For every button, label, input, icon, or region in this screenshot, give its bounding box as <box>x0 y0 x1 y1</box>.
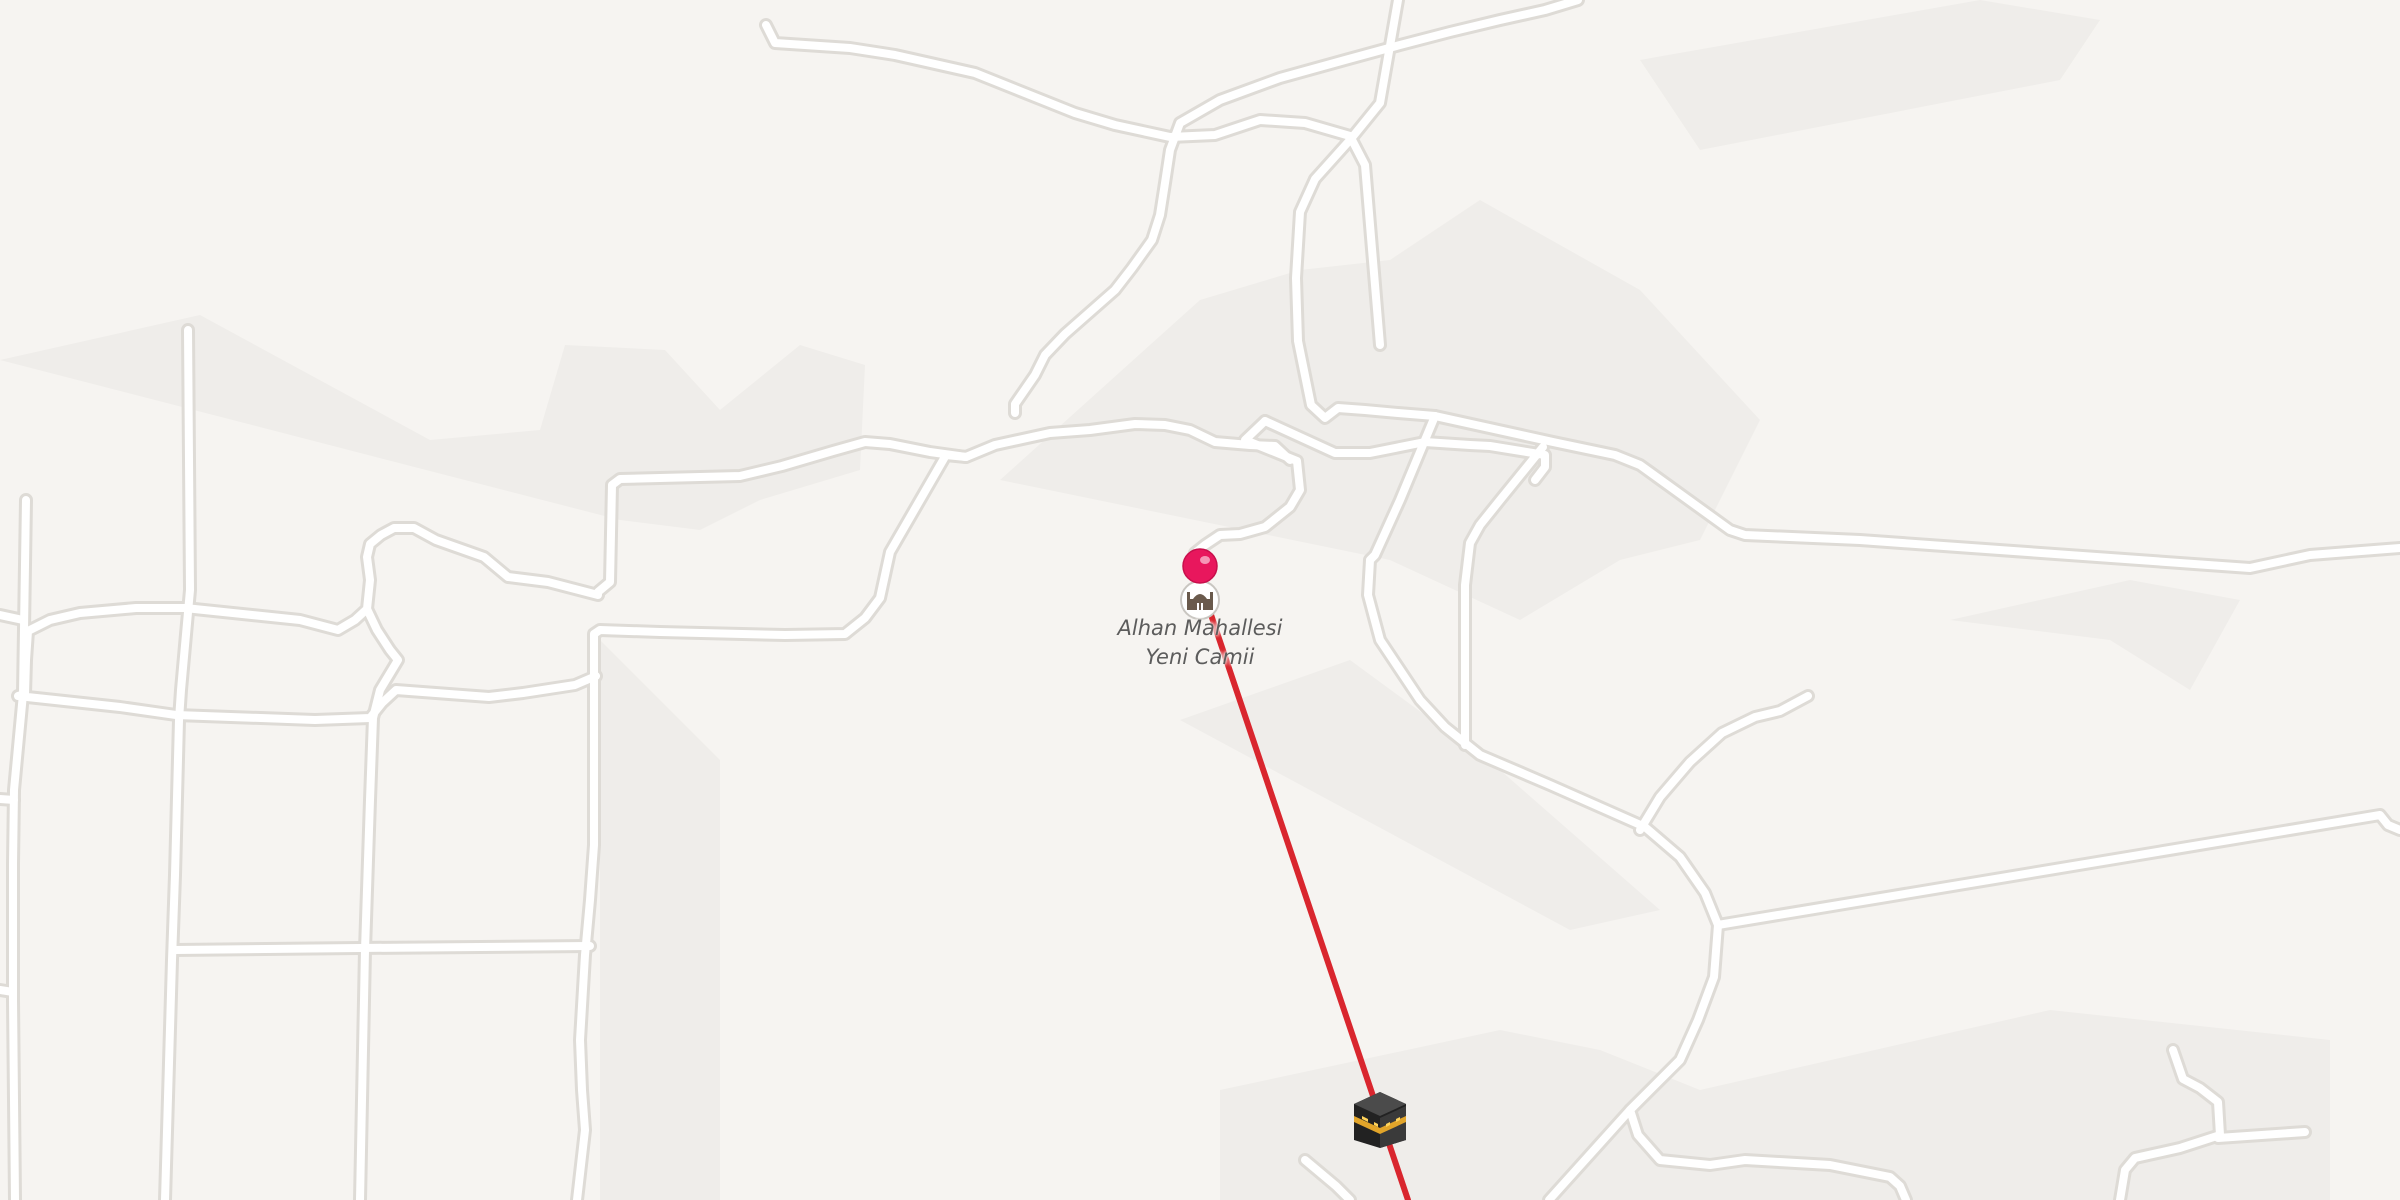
map-pin-icon[interactable] <box>1182 548 1218 584</box>
map-canvas[interactable] <box>0 0 2400 1200</box>
mosque-icon[interactable] <box>1180 580 1220 620</box>
kaaba-icon[interactable] <box>1354 1092 1406 1148</box>
